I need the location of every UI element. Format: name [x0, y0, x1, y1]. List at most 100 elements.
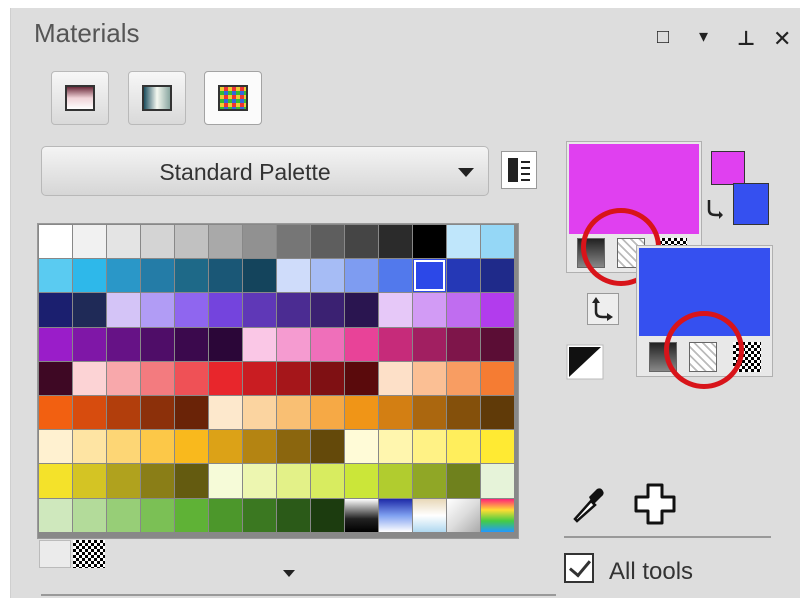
- color-swatch[interactable]: [209, 327, 242, 361]
- color-swatch[interactable]: [73, 396, 106, 430]
- color-swatch[interactable]: [447, 327, 480, 361]
- swatch-mode-button[interactable]: [204, 71, 262, 125]
- color-swatch[interactable]: [107, 430, 140, 464]
- color-swatch[interactable]: [413, 361, 446, 395]
- swatch-pattern[interactable]: [73, 540, 105, 568]
- color-swatch[interactable]: [141, 430, 174, 464]
- color-swatch[interactable]: [277, 293, 310, 327]
- color-swatch[interactable]: [243, 225, 276, 259]
- color-swatch[interactable]: [277, 327, 310, 361]
- color-swatch[interactable]: [107, 293, 140, 327]
- color-swatch[interactable]: [311, 430, 344, 464]
- color-swatch[interactable]: [243, 430, 276, 464]
- color-swatch[interactable]: [447, 498, 480, 532]
- color-swatch[interactable]: [379, 259, 412, 293]
- swap-colors-icon[interactable]: [704, 196, 728, 220]
- color-swatch[interactable]: [107, 396, 140, 430]
- pin-button[interactable]: ⊥: [737, 26, 755, 51]
- color-swatch[interactable]: [175, 225, 208, 259]
- color-swatch[interactable]: [209, 293, 242, 327]
- color-swatch[interactable]: [209, 225, 242, 259]
- color-swatch[interactable]: [311, 327, 344, 361]
- color-swatch[interactable]: [73, 464, 106, 498]
- color-swatch[interactable]: [243, 259, 276, 293]
- color-swatch[interactable]: [209, 464, 242, 498]
- color-swatch[interactable]: [277, 259, 310, 293]
- color-swatch[interactable]: [379, 464, 412, 498]
- color-swatch[interactable]: [277, 396, 310, 430]
- color-swatch[interactable]: [39, 361, 72, 395]
- palette-select[interactable]: Standard Palette: [41, 146, 489, 196]
- color-swatch[interactable]: [447, 259, 480, 293]
- color-swatch[interactable]: [413, 327, 446, 361]
- color-swatch[interactable]: [379, 361, 412, 395]
- grid-scroll-down-icon[interactable]: [283, 570, 295, 577]
- color-swatch[interactable]: [345, 293, 378, 327]
- color-swatch[interactable]: [447, 396, 480, 430]
- color-swatch[interactable]: [141, 464, 174, 498]
- color-swatch[interactable]: [209, 498, 242, 532]
- color-swatch[interactable]: [481, 225, 514, 259]
- color-swatch[interactable]: [141, 327, 174, 361]
- color-swatch[interactable]: [39, 259, 72, 293]
- color-swatch[interactable]: [447, 430, 480, 464]
- color-swatch[interactable]: [141, 225, 174, 259]
- color-swatch[interactable]: [243, 396, 276, 430]
- color-swatch[interactable]: [39, 498, 72, 532]
- color-swatch[interactable]: [175, 327, 208, 361]
- color-swatch[interactable]: [379, 498, 412, 532]
- color-swatch[interactable]: [277, 430, 310, 464]
- color-swatch[interactable]: [311, 361, 344, 395]
- color-swatch[interactable]: [413, 396, 446, 430]
- color-swatch[interactable]: [447, 464, 480, 498]
- color-swatch[interactable]: [243, 327, 276, 361]
- color-swatch[interactable]: [345, 430, 378, 464]
- restore-button[interactable]: □: [657, 26, 669, 49]
- color-swatch[interactable]: [413, 293, 446, 327]
- color-swatch[interactable]: [175, 498, 208, 532]
- color-swatch[interactable]: [481, 498, 514, 532]
- color-swatch[interactable]: [73, 259, 106, 293]
- color-swatch[interactable]: [277, 498, 310, 532]
- color-swatch[interactable]: [379, 396, 412, 430]
- eyedropper-icon[interactable]: [571, 485, 607, 525]
- all-tools-checkbox[interactable]: [564, 553, 594, 583]
- color-swatch[interactable]: [311, 293, 344, 327]
- gradient-mode-button[interactable]: [128, 71, 186, 125]
- color-swatch[interactable]: [107, 498, 140, 532]
- color-swatch[interactable]: [209, 259, 242, 293]
- color-swatch[interactable]: [243, 498, 276, 532]
- color-swatch[interactable]: [175, 259, 208, 293]
- color-swatch[interactable]: [311, 464, 344, 498]
- color-swatch[interactable]: [413, 464, 446, 498]
- mini-foreground-swatch[interactable]: [711, 151, 745, 185]
- color-swatch[interactable]: [73, 225, 106, 259]
- panel-menu-button[interactable]: ▾: [699, 26, 708, 47]
- color-swatch[interactable]: [413, 259, 446, 293]
- color-swatch[interactable]: [379, 225, 412, 259]
- color-swatch[interactable]: [141, 361, 174, 395]
- color-swatch[interactable]: [175, 396, 208, 430]
- color-swatch[interactable]: [39, 225, 72, 259]
- color-swatch[interactable]: [345, 327, 378, 361]
- color-swatch[interactable]: [447, 293, 480, 327]
- color-swatch[interactable]: [175, 293, 208, 327]
- color-swatch[interactable]: [107, 464, 140, 498]
- color-swatch[interactable]: [39, 293, 72, 327]
- color-swatch[interactable]: [39, 327, 72, 361]
- color-swatch[interactable]: [345, 396, 378, 430]
- color-swatch[interactable]: [73, 430, 106, 464]
- color-swatch[interactable]: [345, 259, 378, 293]
- color-swatch[interactable]: [345, 464, 378, 498]
- color-swatch[interactable]: [73, 361, 106, 395]
- mini-background-swatch[interactable]: [733, 183, 769, 225]
- color-swatch[interactable]: [107, 259, 140, 293]
- color-swatch[interactable]: [73, 293, 106, 327]
- color-swatch[interactable]: [209, 361, 242, 395]
- color-swatch[interactable]: [447, 361, 480, 395]
- color-swatch[interactable]: [311, 225, 344, 259]
- color-swatch[interactable]: [379, 430, 412, 464]
- palette-options-button[interactable]: [501, 151, 537, 189]
- color-swatch[interactable]: [481, 430, 514, 464]
- color-swatch[interactable]: [73, 327, 106, 361]
